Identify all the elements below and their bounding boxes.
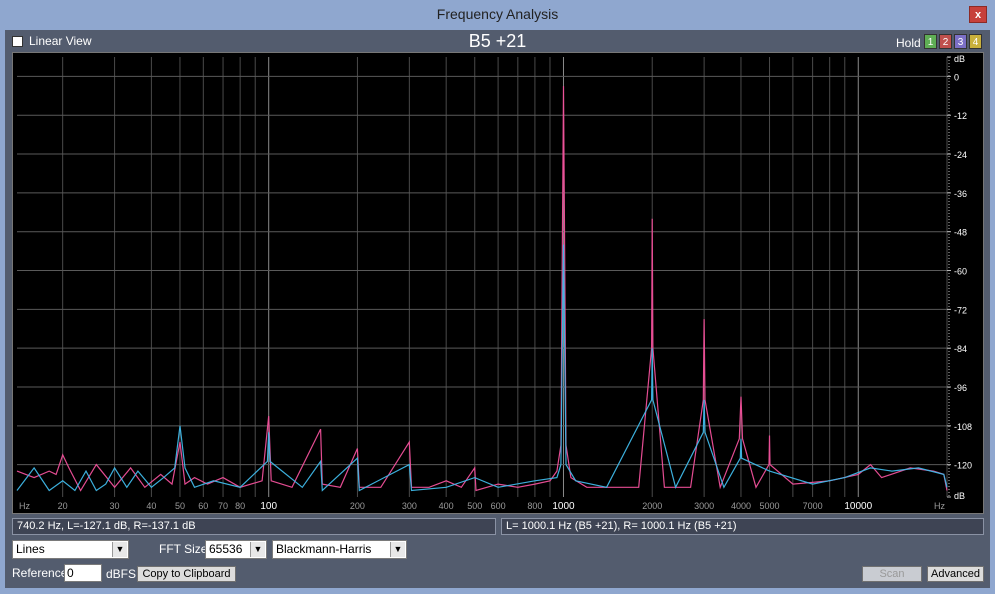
window-title: Frequency Analysis [436, 6, 559, 22]
y-tick-label: dB [954, 54, 965, 64]
x-tick-label: 60 [198, 501, 208, 511]
x-tick-label: Hz [19, 501, 30, 511]
y-tick-label: -12 [954, 111, 967, 121]
reference-input[interactable]: 0 [64, 564, 102, 582]
note-heading: B5 +21 [468, 31, 527, 51]
window-function-select[interactable]: Blackmann-Harris ▼ [272, 540, 407, 559]
y-tick-label: dB [954, 491, 965, 501]
client-area: Linear View B5 +21 Hold 1 2 3 4 Hz 20 30 40… [5, 30, 990, 588]
fft-size-value: 65536 [209, 542, 243, 556]
x-tick-label: 100 [260, 501, 277, 512]
y-tick-label: -24 [954, 150, 967, 160]
y-tick-label: -108 [954, 422, 972, 432]
hold-button-4[interactable]: 4 [969, 34, 982, 49]
display-mode-select[interactable]: Lines ▼ [12, 540, 129, 559]
x-tick-label: 500 [467, 501, 482, 511]
y-tick-label: -72 [954, 305, 967, 315]
x-tick-label: 30 [110, 501, 120, 511]
chevron-down-icon[interactable]: ▼ [390, 542, 405, 557]
display-mode-value: Lines [16, 542, 45, 556]
fft-size-label: FFT Size [159, 542, 208, 556]
title-bar[interactable]: Frequency Analysis x [0, 0, 995, 30]
y-tick-label: -60 [954, 267, 967, 277]
chevron-down-icon[interactable]: ▼ [250, 542, 265, 557]
reference-label: Reference [12, 566, 68, 580]
x-tick-label: 800 [527, 501, 542, 511]
advanced-button[interactable]: Advanced [927, 566, 984, 582]
x-tick-label: 600 [491, 501, 506, 511]
cursor-readout: 740.2 Hz, L=-127.1 dB, R=-137.1 dB [12, 518, 496, 535]
spectrum-plot[interactable]: Hz 20 30 40 50 60 70 80 100 200 300 400 500 600 800 100… [12, 52, 984, 514]
close-button[interactable]: x [969, 6, 987, 23]
window-function-value: Blackmann-Harris [276, 542, 372, 556]
x-tick-label: 4000 [731, 501, 751, 511]
x-tick-label: 70 [218, 501, 228, 511]
x-tick-label: 40 [146, 501, 156, 511]
hold-label: Hold [896, 36, 921, 50]
scan-button[interactable]: Scan [862, 566, 922, 582]
y-tick-label: -84 [954, 344, 967, 354]
reference-unit: dBFS [106, 567, 137, 581]
x-tick-label: 10000 [844, 501, 872, 512]
x-tick-label: 400 [439, 501, 454, 511]
fft-size-select[interactable]: 65536 ▼ [205, 540, 267, 559]
peak-readout: L= 1000.1 Hz (B5 +21), R= 1000.1 Hz (B5 … [501, 518, 984, 535]
copy-to-clipboard-button[interactable]: Copy to Clipboard [137, 566, 236, 582]
x-tick-label: 5000 [760, 501, 780, 511]
x-tick-label: 50 [175, 501, 185, 511]
x-tick-label: 200 [350, 501, 365, 511]
x-tick-label: 300 [402, 501, 417, 511]
y-tick-label: 0 [954, 72, 959, 82]
y-tick-label: -120 [954, 461, 972, 471]
y-tick-label: -96 [954, 383, 967, 393]
x-tick-label: 3000 [694, 501, 714, 511]
top-toolbar: Linear View B5 +21 Hold 1 2 3 4 [5, 30, 990, 52]
chevron-down-icon[interactable]: ▼ [112, 542, 127, 557]
hold-button-1[interactable]: 1 [924, 34, 937, 49]
x-tick-label: 20 [58, 501, 68, 511]
y-tick-label: -36 [954, 189, 967, 199]
x-tick-label: 2000 [642, 501, 662, 511]
x-tick-label: 1000 [552, 501, 575, 512]
x-tick-label: 7000 [803, 501, 823, 511]
x-tick-label: Hz [934, 501, 945, 511]
x-tick-label: 80 [235, 501, 245, 511]
hold-button-3[interactable]: 3 [954, 34, 967, 49]
frequency-analysis-window: Frequency Analysis x Linear View B5 +21 … [0, 0, 995, 594]
hold-button-2[interactable]: 2 [939, 34, 952, 49]
y-tick-label: -48 [954, 228, 967, 238]
spectrum-chart-svg[interactable]: Hz 20 30 40 50 60 70 80 100 200 300 400 500 600 800 100… [13, 53, 983, 513]
